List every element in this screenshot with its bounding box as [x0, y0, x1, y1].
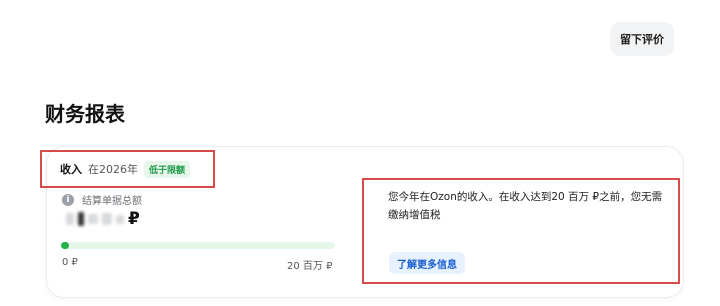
progress-max-label: 20 百万 ₽ — [287, 261, 333, 272]
highlight-box — [40, 150, 215, 188]
currency-symbol: ₽ — [128, 209, 140, 229]
redacted-amount — [102, 213, 112, 225]
progress-fill — [61, 242, 70, 249]
redacted-amount — [66, 213, 74, 225]
highlight-box — [362, 178, 680, 284]
redacted-amount — [78, 212, 84, 226]
income-progress-bar — [61, 242, 335, 249]
leave-review-button[interactable]: 留下评价 — [610, 22, 674, 56]
progress-min-label: 0 ₽ — [62, 257, 78, 268]
page-title: 财务报表 — [45, 102, 125, 126]
info-icon[interactable]: i — [62, 193, 74, 206]
redacted-amount — [88, 214, 98, 224]
amount-value: ₽ — [66, 208, 140, 230]
total-row: i 结算单据总额 — [62, 192, 142, 207]
total-label: 结算单据总额 — [82, 196, 142, 207]
redacted-amount — [116, 214, 124, 224]
